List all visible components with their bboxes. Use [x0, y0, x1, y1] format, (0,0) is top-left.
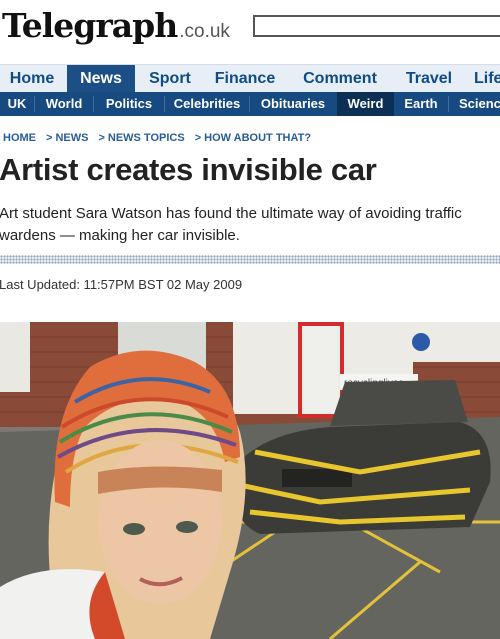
masthead: Telegraph .co.uk: [0, 0, 500, 62]
article-headline: Artist creates invisible car: [0, 152, 377, 187]
chevron-right-icon: >: [98, 132, 105, 144]
logo-domain: .co.uk: [179, 21, 230, 42]
breadcrumb: HOME > NEWS > NEWS TOPICS > HOW ABOUT THAT?: [3, 132, 321, 144]
telegraph-logo[interactable]: Telegraph .co.uk: [2, 6, 230, 45]
article-photo: recyclinglives: [0, 322, 500, 639]
subnav-obituaries[interactable]: Obituaries: [250, 92, 336, 116]
breadcrumb-news[interactable]: NEWS: [55, 132, 88, 144]
secondary-nav: UK World Politics Celebrities Obituaries…: [0, 92, 500, 116]
subnav-politics[interactable]: Politics: [94, 92, 164, 116]
subnav-celebrities[interactable]: Celebrities: [165, 92, 249, 116]
nav-tab-comment[interactable]: Comment: [294, 65, 386, 93]
chevron-right-icon: >: [46, 132, 53, 144]
subnav-earth[interactable]: Earth: [395, 92, 447, 116]
nav-tab-home[interactable]: Home: [0, 65, 64, 93]
subnav-uk[interactable]: UK: [0, 92, 34, 116]
nav-tab-life[interactable]: Life: [470, 65, 500, 93]
nav-tab-travel[interactable]: Travel: [396, 65, 462, 93]
subnav-divider: [448, 96, 449, 112]
nav-tab-news[interactable]: News: [67, 65, 135, 93]
subnav-weird[interactable]: Weird: [337, 92, 394, 116]
subnav-science[interactable]: Science: [455, 92, 500, 116]
subnav-world[interactable]: World: [35, 92, 93, 116]
breadcrumb-home[interactable]: HOME: [3, 132, 36, 144]
nav-tab-finance[interactable]: Finance: [206, 65, 284, 93]
primary-nav: Home News Sport Finance Comment Travel L…: [0, 64, 500, 93]
chevron-right-icon: >: [194, 132, 202, 144]
last-updated: Last Updated: 11:57PM BST 02 May 2009: [0, 277, 243, 292]
dotted-divider: [0, 255, 500, 264]
breadcrumb-news-topics[interactable]: NEWS TOPICS: [108, 132, 185, 144]
article-standfirst: Art student Sara Watson has found the ul…: [0, 205, 462, 244]
breadcrumb-how-about-that[interactable]: HOW ABOUT THAT?: [204, 132, 311, 144]
nav-tab-sport[interactable]: Sport: [139, 65, 201, 93]
logo-wordmark: Telegraph: [2, 6, 178, 45]
search-input[interactable]: [253, 15, 500, 37]
